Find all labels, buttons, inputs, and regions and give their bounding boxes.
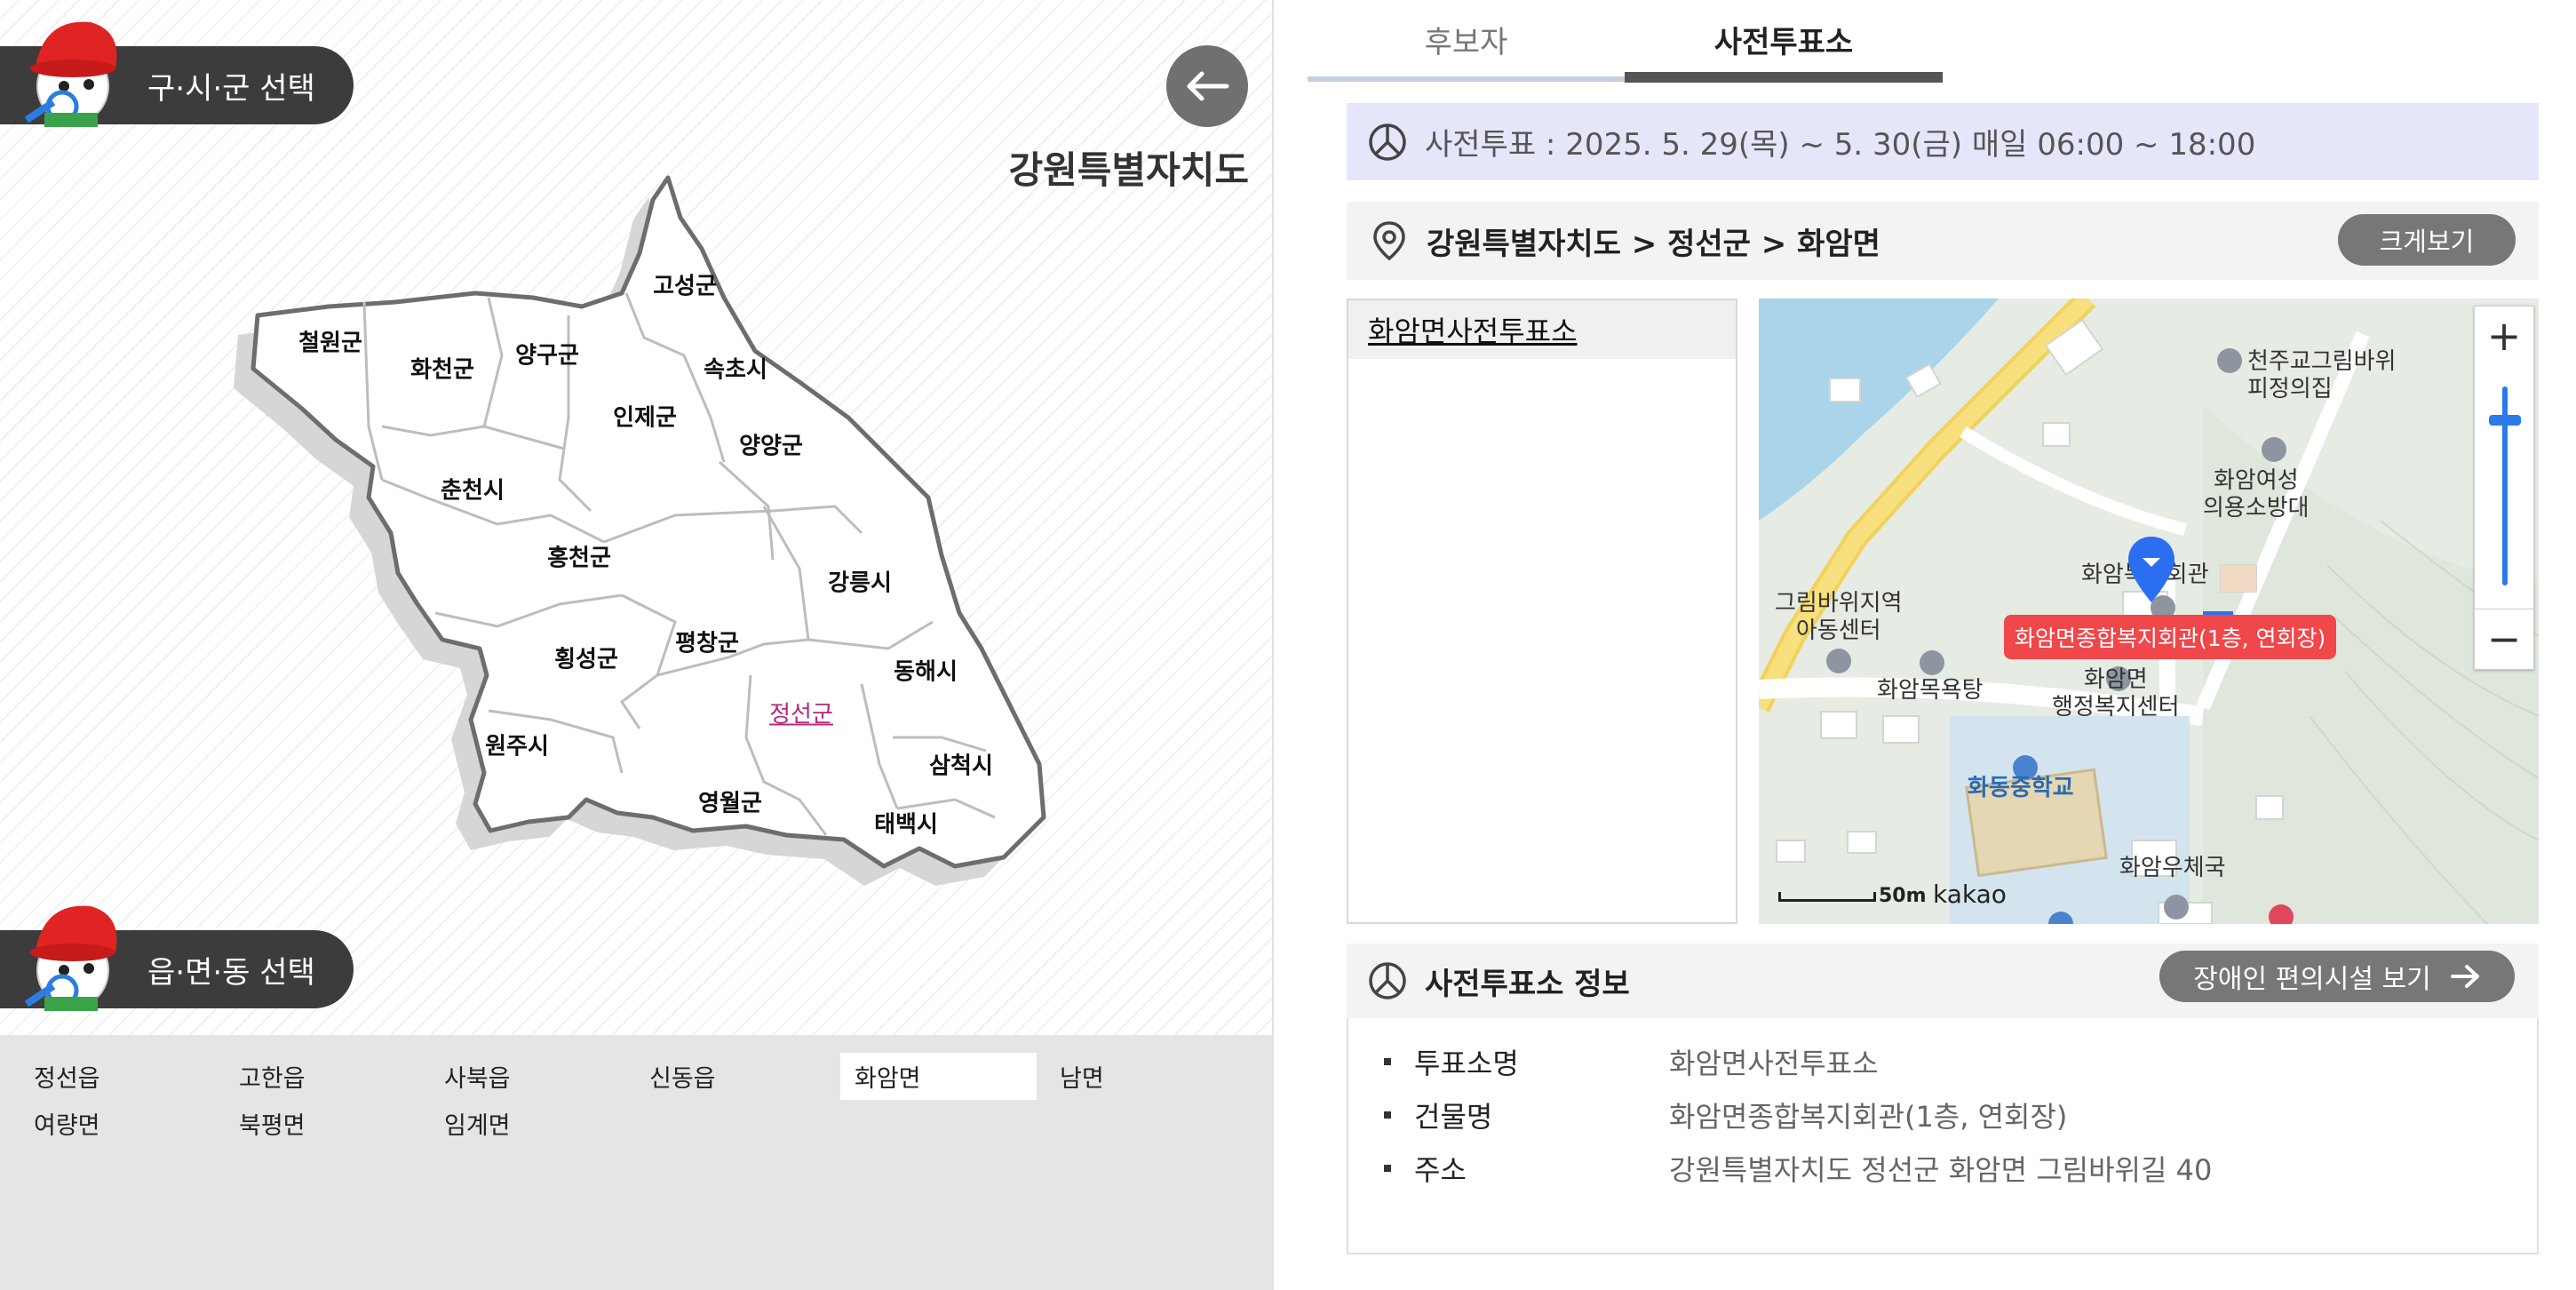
zoom-out-button[interactable]: − xyxy=(2475,609,2533,668)
district-정선군[interactable]: 정선군 xyxy=(769,697,833,729)
tab-active-underline xyxy=(1625,72,1943,83)
info-key: 주소 xyxy=(1414,1153,1467,1187)
district-철원군[interactable]: 철원군 xyxy=(298,325,362,358)
info-value: 화암면사전투표소 xyxy=(1669,1047,1879,1080)
map-label-children-center: 그림바위지역 아동센터 xyxy=(1775,590,1903,645)
bullet xyxy=(1384,1058,1391,1065)
map-label-bathhouse: 화암목욕탕 xyxy=(1877,677,1984,704)
town-item[interactable]: 신동읍 xyxy=(635,1053,840,1100)
marker-label: 화암면종합복지회관(1층, 연회장) xyxy=(2004,615,2337,659)
town-item[interactable]: 화암면 xyxy=(840,1053,1037,1100)
district-태백시[interactable]: 태백시 xyxy=(874,807,938,840)
town-item[interactable]: 정선읍 xyxy=(20,1053,225,1100)
district-춘천시[interactable]: 춘천시 xyxy=(441,473,505,506)
district-삼척시[interactable]: 삼척시 xyxy=(929,748,993,781)
district-labels: 고성군철원군화천군 양구군 속초시인제군양양군춘천시홍천군강릉시횡성군 평창군동해시정… xyxy=(0,0,1272,1035)
district-고성군[interactable]: 고성군 xyxy=(653,268,717,301)
view-larger-button[interactable]: 크게보기 xyxy=(2338,214,2516,266)
district-동해시[interactable]: 동해시 xyxy=(894,654,958,687)
info-row-address: 주소 강원특별자치도 정선군 화암면 그림바위길 40 xyxy=(1384,1148,2212,1189)
bullet xyxy=(1384,1111,1391,1119)
district-화천군[interactable]: 화천군 xyxy=(410,352,474,385)
town-item[interactable]: 여량면 xyxy=(20,1100,225,1147)
district-속초시[interactable]: 속초시 xyxy=(704,352,767,385)
tab-underline xyxy=(1308,76,1625,82)
scale-bar xyxy=(1778,892,1876,902)
tab-early-voting[interactable]: 사전투표소 xyxy=(1625,0,1943,78)
bullet xyxy=(1384,1165,1391,1172)
map-label-church: 천주교그림바위 피정의집 xyxy=(2247,348,2397,403)
info-row-building: 건물명 화암면종합복지회관(1층, 연회장) xyxy=(1384,1095,2067,1135)
town-item[interactable]: 고한읍 xyxy=(225,1053,430,1100)
tab-candidates-label: 후보자 xyxy=(1424,24,1508,60)
kakao-map[interactable]: 천주교그림바위피정의집 화암여성의용소방대 화암복지회관 그림바위지역아동센터 … xyxy=(1759,299,2539,924)
polling-info-title: 사전투표소 정보 xyxy=(1425,966,1630,1002)
mascot-icon xyxy=(24,905,117,1011)
info-key: 건물명 xyxy=(1414,1100,1493,1134)
district-인제군[interactable]: 인제군 xyxy=(613,400,677,433)
zoom-in-button[interactable]: + xyxy=(2475,307,2533,365)
info-row-place-name: 투표소명 화암면사전투표소 xyxy=(1384,1041,1879,1082)
accessibility-button-label: 장애인 편의시설 보기 xyxy=(2193,964,2431,995)
polling-place-item[interactable]: 화암면사전투표소 xyxy=(1348,300,1736,359)
info-value: 화암면종합복지회관(1층, 연회장) xyxy=(1669,1100,2068,1134)
map-label-admin-center: 화암면 행정복지센터 xyxy=(2052,666,2180,721)
info-key: 투표소명 xyxy=(1414,1047,1519,1080)
tab-candidates[interactable]: 후보자 xyxy=(1308,0,1625,78)
map-zoom-control: + − xyxy=(2474,306,2534,670)
district-영월군[interactable]: 영월군 xyxy=(698,785,762,818)
tab-early-voting-label: 사전투표소 xyxy=(1713,24,1854,60)
location-path: 강원특별자치도 > 정선군 > 화암면 xyxy=(1427,226,1880,262)
kakao-logo: kakao xyxy=(1933,880,2007,909)
scale-label: 50m xyxy=(1879,885,1927,907)
town-item[interactable]: 임계면 xyxy=(430,1100,635,1147)
town-list: 정선읍 고한읍 사북읍 신동읍 화암면 남면여량면 북평면 임계면 xyxy=(20,1053,1263,1147)
accessibility-button[interactable]: 장애인 편의시설 보기 xyxy=(2159,951,2515,1002)
district-강릉시[interactable]: 강릉시 xyxy=(828,565,892,598)
polling-place-list: 화암면사전투표소 xyxy=(1347,299,1737,924)
polling-info-box: 투표소명 화암면사전투표소 건물명 화암면종합복지회관(1층, 연회장) 주소 … xyxy=(1347,1018,2539,1254)
early-voting-period: 사전투표 : 2025. 5. 29(목) ~ 5. 30(금) 매일 06:0… xyxy=(1347,103,2539,180)
map-label-school: 화동중학교 xyxy=(1968,775,2074,801)
map-label-fire-station: 화암여성 의용소방대 xyxy=(2203,467,2310,522)
district-원주시[interactable]: 원주시 xyxy=(485,729,549,761)
zoom-slider-handle[interactable] xyxy=(2489,415,2521,426)
town-item[interactable]: 남면 xyxy=(1046,1053,1251,1100)
period-text: 사전투표 : 2025. 5. 29(목) ~ 5. 30(금) 매일 06:0… xyxy=(1425,127,2256,163)
town-item[interactable]: 북평면 xyxy=(225,1100,430,1147)
info-value: 강원특별자치도 정선군 화암면 그림바위길 40 xyxy=(1669,1153,2213,1187)
map-label-post-office: 화암우체국 xyxy=(2119,855,2226,881)
clock-icon xyxy=(1369,123,1406,161)
town-item[interactable]: 사북읍 xyxy=(430,1053,635,1100)
region-selector-panel: 구·시·군 선택 강원특별자치도 고성군 철원군 화천군 양구군 속초시 인제군… xyxy=(0,0,1274,1290)
district-평창군[interactable]: 평창군 xyxy=(675,625,739,658)
district-횡성군[interactable]: 횡성군 xyxy=(554,641,618,674)
district-양구군[interactable]: 양구군 xyxy=(515,338,579,370)
district-양양군[interactable]: 양양군 xyxy=(739,428,803,461)
location-marker-icon[interactable] xyxy=(2125,535,2178,606)
clock-icon xyxy=(1369,962,1406,999)
district-홍천군[interactable]: 홍천군 xyxy=(547,540,611,573)
arrow-right-icon xyxy=(2450,965,2479,988)
town-select-label: 읍·면·동 선택 xyxy=(147,954,315,991)
location-pin-icon xyxy=(1373,221,1405,261)
